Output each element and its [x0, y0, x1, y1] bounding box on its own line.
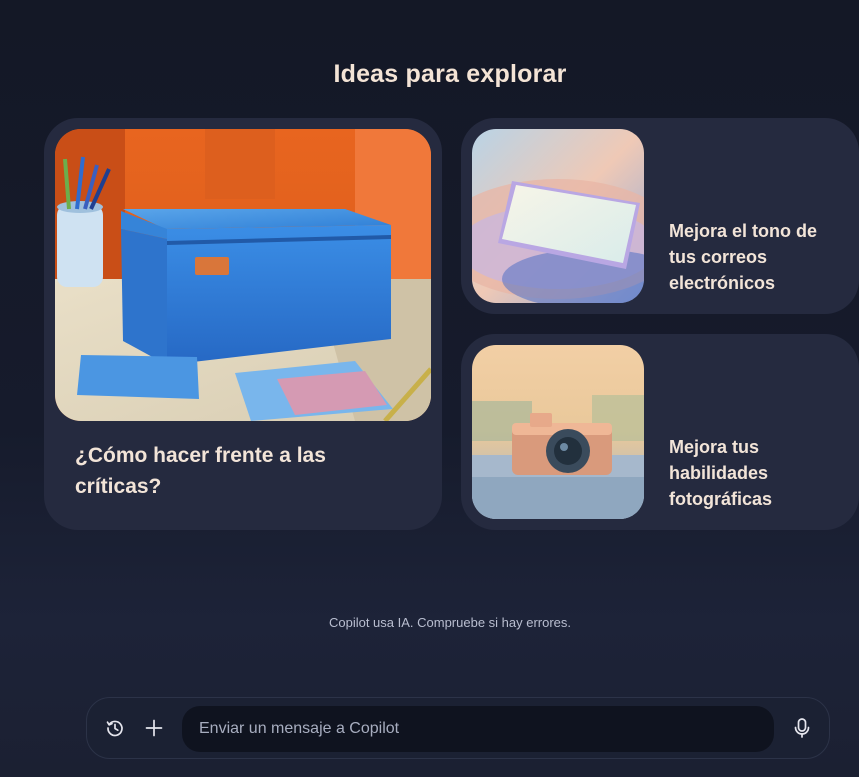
camera-image: [472, 345, 644, 519]
blue-box-image: [55, 129, 431, 421]
microphone-icon[interactable]: [787, 713, 817, 743]
message-input[interactable]: [182, 706, 774, 752]
phone-image: [472, 129, 644, 303]
idea-card-title: Mejora el tono de tus correos electrónic…: [669, 221, 818, 293]
message-composer: [86, 697, 830, 759]
idea-card-title: Mejora tus habilidades fotográficas: [669, 437, 773, 509]
history-icon[interactable]: [100, 713, 130, 743]
idea-card-title: ¿Cómo hacer frente a las críticas?: [75, 444, 326, 498]
plus-icon[interactable]: [139, 713, 169, 743]
idea-card-email-tone[interactable]: Mejora el tono de tus correos electrónic…: [461, 118, 859, 314]
page-title: Ideas para explorar: [333, 60, 567, 88]
idea-card-criticism[interactable]: ¿Cómo hacer frente a las críticas?: [44, 118, 442, 530]
ai-disclaimer: Copilot usa IA. Compruebe si hay errores…: [328, 615, 572, 630]
copilot-home: Ideas para explorar ¿Cómo hacer frente a…: [0, 0, 859, 777]
idea-card-photography[interactable]: Mejora tus habilidades fotográficas: [461, 334, 859, 530]
